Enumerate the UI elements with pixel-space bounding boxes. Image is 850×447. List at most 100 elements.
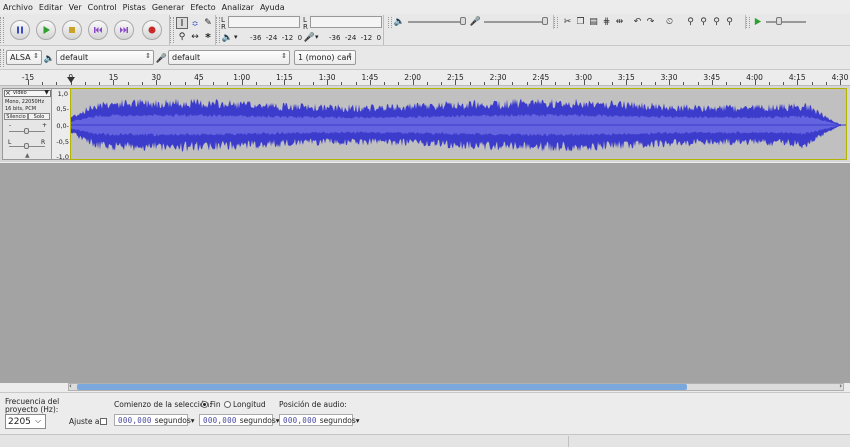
ruler-tick — [156, 80, 158, 85]
audio-host-select[interactable]: ALSA ⇕ — [6, 50, 42, 65]
redo-button[interactable]: ↷ — [645, 16, 656, 27]
timeline-ruler[interactable]: -1501530451:001:151:301:452:002:152:302:… — [0, 71, 850, 86]
undo-button[interactable]: ↶ — [632, 16, 643, 27]
meter-grip[interactable] — [216, 17, 220, 43]
edit-grip[interactable] — [554, 17, 558, 28]
mic-dropdown-arrow[interactable]: ▾ — [315, 33, 319, 41]
track-name-bar[interactable]: × video ▼ — [4, 89, 51, 97]
selection-start-unit: segundos — [154, 415, 191, 425]
draw-tool[interactable]: ✎ — [202, 17, 214, 29]
menu-generar[interactable]: Generar — [152, 3, 185, 12]
stop-button[interactable] — [62, 20, 82, 40]
horizontal-scrollbar[interactable]: ‹ › — [68, 382, 844, 391]
menu-analizar[interactable]: Analizar — [222, 3, 254, 12]
output-volume-slider[interactable] — [460, 17, 466, 25]
scrollbar-thumb[interactable] — [77, 384, 687, 390]
pause-button[interactable] — [10, 20, 30, 40]
timeshift-tool[interactable]: ↔ — [189, 31, 201, 43]
pan-slider[interactable] — [24, 143, 29, 149]
collapse-track-icon[interactable]: ▲ — [25, 152, 30, 159]
envelope-tool[interactable]: ≎ — [189, 17, 201, 29]
audio-position-field[interactable]: 000,000 segundos ▾ — [279, 414, 360, 426]
empty-track-area[interactable] — [0, 163, 850, 383]
skip-to-start-button[interactable] — [88, 20, 108, 40]
transport-grip[interactable] — [0, 17, 4, 43]
scroll-right-icon[interactable]: › — [839, 382, 842, 390]
ruler-tick — [113, 80, 115, 85]
undo-icon: ↶ — [633, 16, 642, 27]
play-meter[interactable] — [310, 16, 382, 28]
project-rate-select[interactable]: 2205 ⌵ — [5, 414, 46, 429]
selection-start-field[interactable]: 000,000 segundos ▾ — [114, 414, 195, 426]
snap-to-checkbox[interactable] — [100, 418, 107, 425]
menu-pistas[interactable]: Pistas — [123, 3, 146, 12]
input-volume-slider[interactable] — [542, 17, 548, 25]
end-radio[interactable] — [201, 401, 208, 408]
sync-lock-button[interactable]: ⏲ — [664, 16, 675, 27]
device-grip[interactable] — [0, 49, 4, 67]
playback-device-select[interactable]: default ⇕ — [56, 50, 154, 65]
zoom-out-button[interactable]: ⚲ — [698, 16, 709, 27]
menu-editar[interactable]: Editar — [39, 3, 63, 12]
ruler-tick — [555, 82, 557, 85]
play-head-icon[interactable] — [67, 77, 75, 85]
record-meter[interactable] — [228, 16, 300, 28]
play-at-speed-button[interactable] — [752, 16, 763, 27]
track-vertical-ruler[interactable]: 1,0 0,5- 0,0- -0,5 -1,0 — [52, 88, 70, 161]
mic-menu-button[interactable]: 🎤 — [304, 32, 315, 43]
audio-position-label: Posición de audio: — [279, 400, 347, 409]
play-icon — [43, 26, 50, 34]
track-menu-arrow-icon[interactable]: ▼ — [44, 89, 49, 96]
play-meter-scale: -36 -24 -12 0 — [329, 34, 381, 42]
close-icon[interactable]: × — [5, 89, 11, 97]
recording-device-icon: 🎤 — [155, 53, 168, 64]
tools-grip[interactable] — [170, 17, 174, 43]
menu-ayuda[interactable]: Ayuda — [260, 3, 285, 12]
fit-selection-button[interactable]: ⚲ — [711, 16, 722, 27]
fit-project-button[interactable]: ⚲ — [724, 16, 735, 27]
zoom-tool[interactable]: ⚲ — [176, 31, 188, 43]
chevron-updown-icon: ⇕ — [145, 52, 151, 60]
recording-device-select[interactable]: default ⇕ — [168, 50, 290, 65]
selection-tool[interactable]: I — [176, 17, 188, 29]
gain-slider[interactable] — [24, 128, 29, 134]
multi-tool[interactable]: * — [202, 31, 214, 44]
scroll-left-icon[interactable]: ‹ — [69, 382, 72, 390]
skip-to-end-button[interactable] — [114, 20, 134, 40]
selection-end-field[interactable]: 000,000 segundos ▾ — [199, 414, 280, 426]
track-format-rate: Mono, 22050Hz — [5, 99, 45, 105]
chevron-down-icon[interactable]: ⌵ — [32, 416, 44, 427]
play-scale-12: -12 — [360, 34, 373, 42]
menu-bar: Archivo Editar Ver Control Pistas Genera… — [0, 0, 850, 14]
speaker-dropdown-arrow[interactable]: ▾ — [234, 33, 238, 41]
ruler-tick — [298, 82, 300, 85]
trim-button[interactable]: ⋕ — [601, 16, 612, 27]
pencil-icon: ✎ — [204, 18, 212, 28]
copy-button[interactable]: ❐ — [575, 16, 586, 27]
menu-ver[interactable]: Ver — [69, 3, 82, 12]
solo-button[interactable]: Solo — [28, 113, 50, 120]
ruler-tick — [640, 82, 642, 85]
menu-control[interactable]: Control — [88, 3, 117, 12]
pan-right-label: R — [41, 139, 46, 146]
paste-button[interactable]: ▤ — [588, 16, 599, 27]
rec-scale-36: -36 — [250, 34, 262, 42]
speaker-menu-button[interactable]: 🔈 — [222, 32, 233, 43]
recording-channels-select[interactable]: 1 (mono) can ⇕ — [294, 50, 356, 65]
play-button[interactable] — [36, 20, 56, 40]
gain-minus-label: - — [9, 122, 12, 129]
mute-button[interactable]: Silencio — [4, 113, 28, 120]
play-speed-grip[interactable] — [746, 17, 750, 28]
waveform-area[interactable] — [70, 88, 847, 160]
menu-archivo[interactable]: Archivo — [3, 3, 33, 12]
menu-efecto[interactable]: Efecto — [190, 3, 215, 12]
length-radio[interactable] — [224, 401, 231, 408]
zoom-in-button[interactable]: ⚲ — [685, 16, 696, 27]
play-speed-slider[interactable] — [776, 17, 782, 25]
dropdown-arrow-icon[interactable]: ▾ — [356, 416, 360, 425]
silence-button[interactable]: ⇹ — [614, 16, 625, 27]
record-button[interactable] — [142, 20, 162, 40]
dropdown-arrow-icon[interactable]: ▾ — [191, 416, 195, 425]
mixer-grip[interactable] — [388, 17, 392, 28]
cut-button[interactable]: ✂ — [562, 16, 573, 27]
